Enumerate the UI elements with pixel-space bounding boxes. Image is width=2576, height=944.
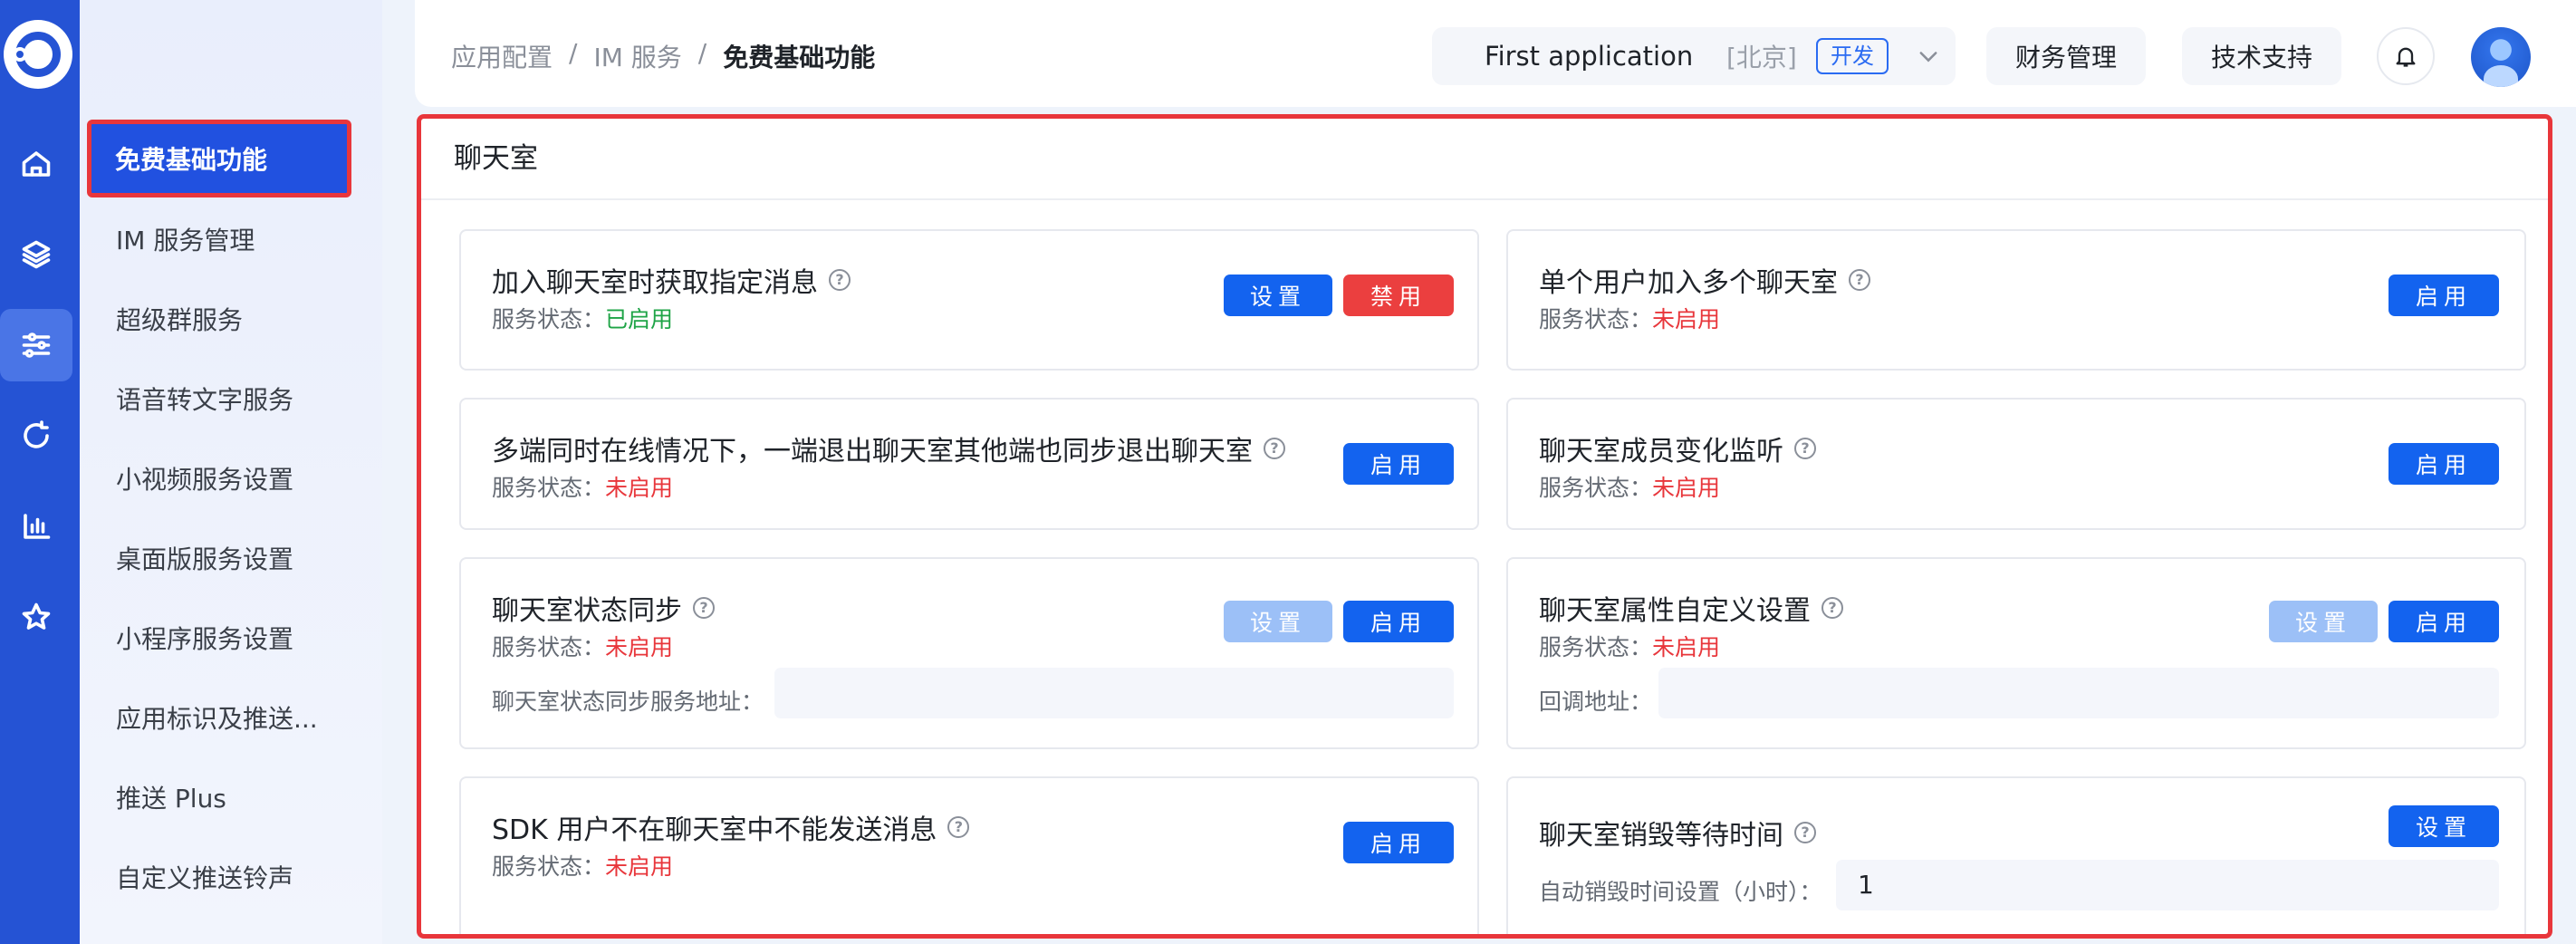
feature-card: SDK 用户不在聊天室中不能发送消息? 服务状态：未启用 启用 — [459, 776, 1479, 934]
secondary-sidebar: 免费基础功能 IM 服务管理 超级群服务 语音转文字服务 小视频服务设置 桌面版… — [80, 0, 382, 944]
status-value: 已启用 — [605, 306, 674, 332]
sidebar-item-im-management[interactable]: IM 服务管理 — [116, 205, 379, 274]
status-value: 未启用 — [1652, 306, 1721, 332]
layers-icon[interactable] — [0, 218, 72, 291]
feature-card: 聊天室状态同步? 服务状态：未启用 设置 启用 聊天室状态同步服务地址： — [459, 557, 1479, 749]
feature-card: 聊天室销毁等待时间? 设置 自动销毁时间设置（小时）： 1 — [1506, 776, 2526, 934]
sidebar-item-mini-program[interactable]: 小程序服务设置 — [116, 603, 379, 672]
status-value: 未启用 — [605, 475, 674, 501]
callback-url-input[interactable] — [1658, 668, 2499, 718]
feature-card: 聊天室成员变化监听? 服务状态：未启用 启用 — [1506, 398, 2526, 530]
refresh-icon[interactable] — [0, 400, 72, 472]
help-icon[interactable]: ? — [1794, 438, 1816, 459]
enable-button[interactable]: 启用 — [1343, 601, 1454, 642]
status-label: 服务状态： — [1539, 475, 1653, 501]
sidebar-item-free-basic[interactable]: 免费基础功能 — [87, 120, 351, 197]
enable-button[interactable]: 启用 — [1343, 443, 1454, 485]
settings-button[interactable]: 设置 — [1224, 601, 1332, 642]
settings-button[interactable]: 设置 — [2389, 805, 2499, 847]
app-selector[interactable]: First application [北京] 开发 — [1432, 27, 1956, 85]
enable-button[interactable]: 启用 — [2389, 601, 2499, 642]
avatar[interactable] — [2471, 27, 2531, 87]
bar-chart-icon[interactable] — [0, 490, 72, 563]
breadcrumb: 应用配置 / IM 服务 / 免费基础功能 — [451, 38, 875, 74]
card-title: 聊天室销毁等待时间 — [1539, 820, 1783, 852]
status-label: 服务状态： — [1539, 634, 1653, 660]
sidebar-item-short-video[interactable]: 小视频服务设置 — [116, 444, 379, 513]
sidebar-item-app-push[interactable]: 应用标识及推送... — [116, 683, 379, 752]
sidebar-item-super-group[interactable]: 超级群服务 — [116, 284, 379, 353]
help-icon[interactable]: ? — [1821, 597, 1843, 619]
status-value: 未启用 — [605, 634, 674, 660]
disable-button[interactable]: 禁用 — [1343, 275, 1454, 316]
home-icon[interactable] — [0, 128, 72, 200]
field-label: 回调地址： — [1539, 689, 1653, 715]
feature-card: 单个用户加入多个聊天室? 服务状态：未启用 启用 — [1506, 229, 2526, 371]
sidebar-item-desktop[interactable]: 桌面版服务设置 — [116, 524, 379, 592]
enable-button[interactable]: 启用 — [1343, 822, 1454, 863]
enable-button[interactable]: 启用 — [2389, 443, 2499, 485]
page-title: 聊天室 — [454, 142, 538, 175]
sync-url-input[interactable] — [774, 668, 1454, 718]
card-title: SDK 用户不在聊天室中不能发送消息 — [492, 814, 937, 846]
card-title: 单个用户加入多个聊天室 — [1539, 267, 1838, 299]
card-title: 聊天室状态同步 — [492, 595, 682, 627]
feature-card: 聊天室属性自定义设置? 服务状态：未启用 设置 启用 回调地址： — [1506, 557, 2526, 749]
status-label: 服务状态： — [492, 853, 606, 880]
card-title: 加入聊天室时获取指定消息 — [492, 267, 818, 299]
card-title: 多端同时在线情况下，一端退出聊天室其他端也同步退出聊天室 — [492, 436, 1253, 467]
status-label: 服务状态： — [492, 475, 606, 501]
card-title: 聊天室属性自定义设置 — [1539, 595, 1811, 627]
chevron-down-icon — [1919, 52, 1937, 63]
enable-button[interactable]: 启用 — [2389, 275, 2499, 316]
help-icon[interactable]: ? — [1794, 822, 1816, 843]
breadcrumb-app-config[interactable]: 应用配置 — [451, 38, 553, 74]
sidebar-item-speech-to-text[interactable]: 语音转文字服务 — [116, 364, 379, 433]
sidebar-item-push-plus[interactable]: 推送 Plus — [116, 763, 379, 832]
status-value: 未启用 — [1652, 634, 1721, 660]
feature-card: 加入聊天室时获取指定消息? 服务状态：已启用 设置 禁用 — [459, 229, 1479, 371]
top-header: 应用配置 / IM 服务 / 免费基础功能 First application … — [415, 0, 2576, 107]
status-value: 未启用 — [605, 853, 674, 880]
card-title: 聊天室成员变化监听 — [1539, 436, 1783, 467]
app-logo[interactable] — [4, 20, 72, 89]
finance-button[interactable]: 财务管理 — [1986, 27, 2146, 85]
help-icon[interactable]: ? — [829, 269, 851, 291]
help-icon[interactable]: ? — [947, 816, 970, 838]
breadcrumb-im-service[interactable]: IM 服务 — [593, 38, 681, 74]
support-button[interactable]: 技术支持 — [2182, 27, 2341, 85]
bell-icon[interactable] — [2377, 27, 2435, 85]
breadcrumb-separator: / — [569, 38, 578, 68]
divider — [421, 198, 2548, 200]
field-label: 自动销毁时间设置（小时）： — [1539, 879, 1822, 905]
help-icon[interactable]: ? — [693, 597, 715, 619]
status-label: 服务状态： — [492, 306, 606, 332]
sliders-icon[interactable] — [0, 309, 72, 381]
env-badge: 开发 — [1816, 38, 1889, 74]
field-label: 聊天室状态同步服务地址： — [492, 689, 764, 715]
breadcrumb-separator: / — [697, 38, 707, 68]
help-icon[interactable]: ? — [1264, 438, 1285, 459]
chatroom-panel: 聊天室 加入聊天室时获取指定消息? 服务状态：已启用 设置 禁用 单个用户加入多… — [417, 114, 2552, 939]
settings-button[interactable]: 设置 — [1224, 275, 1332, 316]
help-icon[interactable]: ? — [1849, 269, 1870, 291]
star-icon[interactable] — [0, 581, 72, 653]
status-label: 服务状态： — [1539, 306, 1653, 332]
sidebar-item-custom-ringtone[interactable]: 自定义推送铃声 — [116, 843, 379, 911]
app-region: [北京] — [1726, 43, 1797, 72]
status-label: 服务状态： — [492, 634, 606, 660]
icon-rail — [0, 0, 80, 944]
feature-card: 多端同时在线情况下，一端退出聊天室其他端也同步退出聊天室? 服务状态：未启用 启… — [459, 398, 1479, 530]
status-value: 未启用 — [1652, 475, 1721, 501]
settings-button[interactable]: 设置 — [2269, 601, 2378, 642]
destroy-time-input[interactable]: 1 — [1836, 860, 2499, 910]
breadcrumb-current: 免费基础功能 — [723, 43, 876, 72]
app-name: First application — [1485, 41, 1694, 72]
